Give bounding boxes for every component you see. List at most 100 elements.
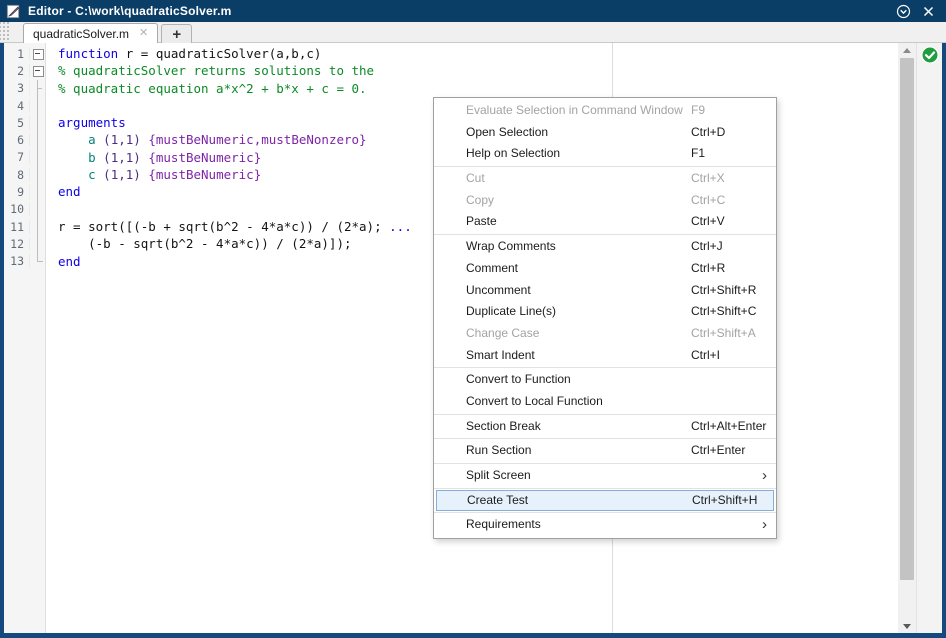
line-number: 12 [4,237,30,251]
menu-item-shortcut: Ctrl+Shift+A [691,323,756,345]
fold-margin [30,218,45,235]
menu-item-smart-indent[interactable]: Smart IndentCtrl+I [434,345,776,367]
menu-item-paste[interactable]: PasteCtrl+V [434,211,776,233]
fold-margin [30,131,45,148]
message-indicator-bar [916,43,942,633]
tab-bar: quadraticSolver.m ✕ + [0,22,946,43]
gutter-row: 7 [4,149,45,166]
menu-separator [434,234,776,235]
fold-margin [30,149,45,166]
menu-item-wrap-comments[interactable]: Wrap Comments Ctrl+J [434,236,776,258]
gutter-row: 3 [4,80,45,97]
menu-item-comment[interactable]: Comment Ctrl+R [434,258,776,280]
menu-item-copy: CopyCtrl+C [434,190,776,212]
menu-item-convert-to-local-function[interactable]: Convert to Local Function [434,391,776,413]
code-analyzer-check-icon[interactable] [921,46,939,64]
new-tab-button[interactable]: + [161,24,192,43]
line-number: 7 [4,150,30,164]
drag-grip-handle[interactable] [0,22,9,42]
menu-item-evaluate-selection-in-command-window: Evaluate Selection in Command WindowF9 [434,100,776,122]
menu-item-open-selection[interactable]: Open SelectionCtrl+D [434,122,776,144]
code-line[interactable]: function r = quadraticSolver(a,b,c) [58,45,898,62]
menu-item-duplicate-line-s[interactable]: Duplicate Line(s) Ctrl+Shift+C [434,301,776,323]
menu-item-uncomment[interactable]: UncommentCtrl+Shift+R [434,280,776,302]
menu-separator [434,512,776,513]
gutter-row: 1 [4,45,45,62]
fold-margin [30,97,45,114]
fold-margin [30,166,45,183]
editor-document-icon [6,4,21,19]
menu-item-create-test[interactable]: Create Test Ctrl+Shift+H [436,490,774,512]
menu-item-shortcut: Ctrl+Shift+R [691,280,756,302]
menu-separator [434,488,776,489]
code-line[interactable]: % quadratic equation a*x^2 + b*x + c = 0… [58,80,898,97]
chevron-down-circle-icon [896,4,911,19]
menu-item-label: Convert to Function [466,369,571,391]
window-bottom-border [0,633,946,638]
menu-separator [434,367,776,368]
vertical-scrollbar[interactable] [898,43,916,633]
menu-item-section-break[interactable]: Section Break Ctrl+Alt+Enter [434,416,776,438]
menu-item-convert-to-function[interactable]: Convert to Function [434,369,776,391]
panel-actions-menu-button[interactable] [896,4,911,19]
tab-quadraticsolver-m[interactable]: quadraticSolver.m ✕ [23,23,158,43]
menu-item-label: Section Break [466,416,541,438]
menu-item-shortcut: Ctrl+Shift+C [691,301,756,323]
line-number-gutter: 12345678910111213 [4,43,46,633]
menu-separator [434,463,776,464]
gutter-row: 6 [4,131,45,148]
up-arrow-icon [903,48,911,53]
menu-item-label: Change Case [466,323,539,345]
scrollbar-down-button[interactable] [898,619,916,633]
menu-separator [434,166,776,167]
line-number: 4 [4,99,30,113]
line-number: 6 [4,133,30,147]
menu-item-label: Run Section [466,440,531,462]
menu-item-label: Smart Indent [466,345,535,367]
code-line[interactable]: % quadraticSolver returns solutions to t… [58,62,898,79]
scrollbar-thumb[interactable] [900,58,914,580]
code-fold-collapse-icon[interactable] [30,45,45,62]
menu-item-shortcut: Ctrl+Enter [691,440,745,462]
close-window-button[interactable] [921,4,936,19]
code-fold-collapse-icon[interactable] [30,62,45,79]
menu-item-label: Create Test [467,491,528,511]
scrollbar-up-button[interactable] [898,43,916,57]
line-number: 10 [4,202,30,216]
line-number: 1 [4,47,30,61]
menu-item-split-screen[interactable]: Split Screen› [434,465,776,487]
menu-item-shortcut: Ctrl+Shift+H [692,491,757,511]
menu-item-shortcut: Ctrl+R [691,258,725,280]
menu-item-label: Requirements [466,514,541,536]
editor-window: Editor - C:\work\quadraticSolver.m quadr… [0,0,946,638]
menu-separator [434,414,776,415]
menu-item-shortcut: F9 [691,100,705,122]
menu-item-label: Wrap Comments [466,236,556,258]
menu-item-shortcut: Ctrl+D [691,122,725,144]
fold-margin [30,80,45,97]
line-number: 9 [4,185,30,199]
gutter-row: 9 [4,183,45,200]
menu-item-help-on-selection[interactable]: Help on Selection F1 [434,143,776,165]
close-icon [923,6,934,17]
menu-item-shortcut: Ctrl+J [691,236,723,258]
menu-item-label: Paste [466,211,497,233]
titlebar: Editor - C:\work\quadraticSolver.m [0,0,946,22]
menu-item-shortcut: Ctrl+C [691,190,725,212]
context-menu: Evaluate Selection in Command WindowF9Op… [433,97,777,539]
tab-close-icon[interactable]: ✕ [139,28,148,39]
line-number: 8 [4,168,30,182]
menu-item-shortcut: Ctrl+Alt+Enter [691,416,766,438]
fold-margin [30,253,45,270]
submenu-arrow-icon: › [762,465,767,487]
gutter-row: 4 [4,97,45,114]
menu-item-run-section[interactable]: Run Section Ctrl+Enter [434,440,776,462]
menu-item-shortcut: Ctrl+X [691,168,725,190]
menu-item-shortcut: F1 [691,143,705,165]
menu-item-requirements[interactable]: Requirements› [434,514,776,536]
menu-item-label: Duplicate Line(s) [466,301,556,323]
tab-label: quadraticSolver.m [33,27,129,41]
menu-item-label: Help on Selection [466,143,560,165]
gutter-row: 12 [4,235,45,252]
menu-item-label: Comment [466,258,518,280]
